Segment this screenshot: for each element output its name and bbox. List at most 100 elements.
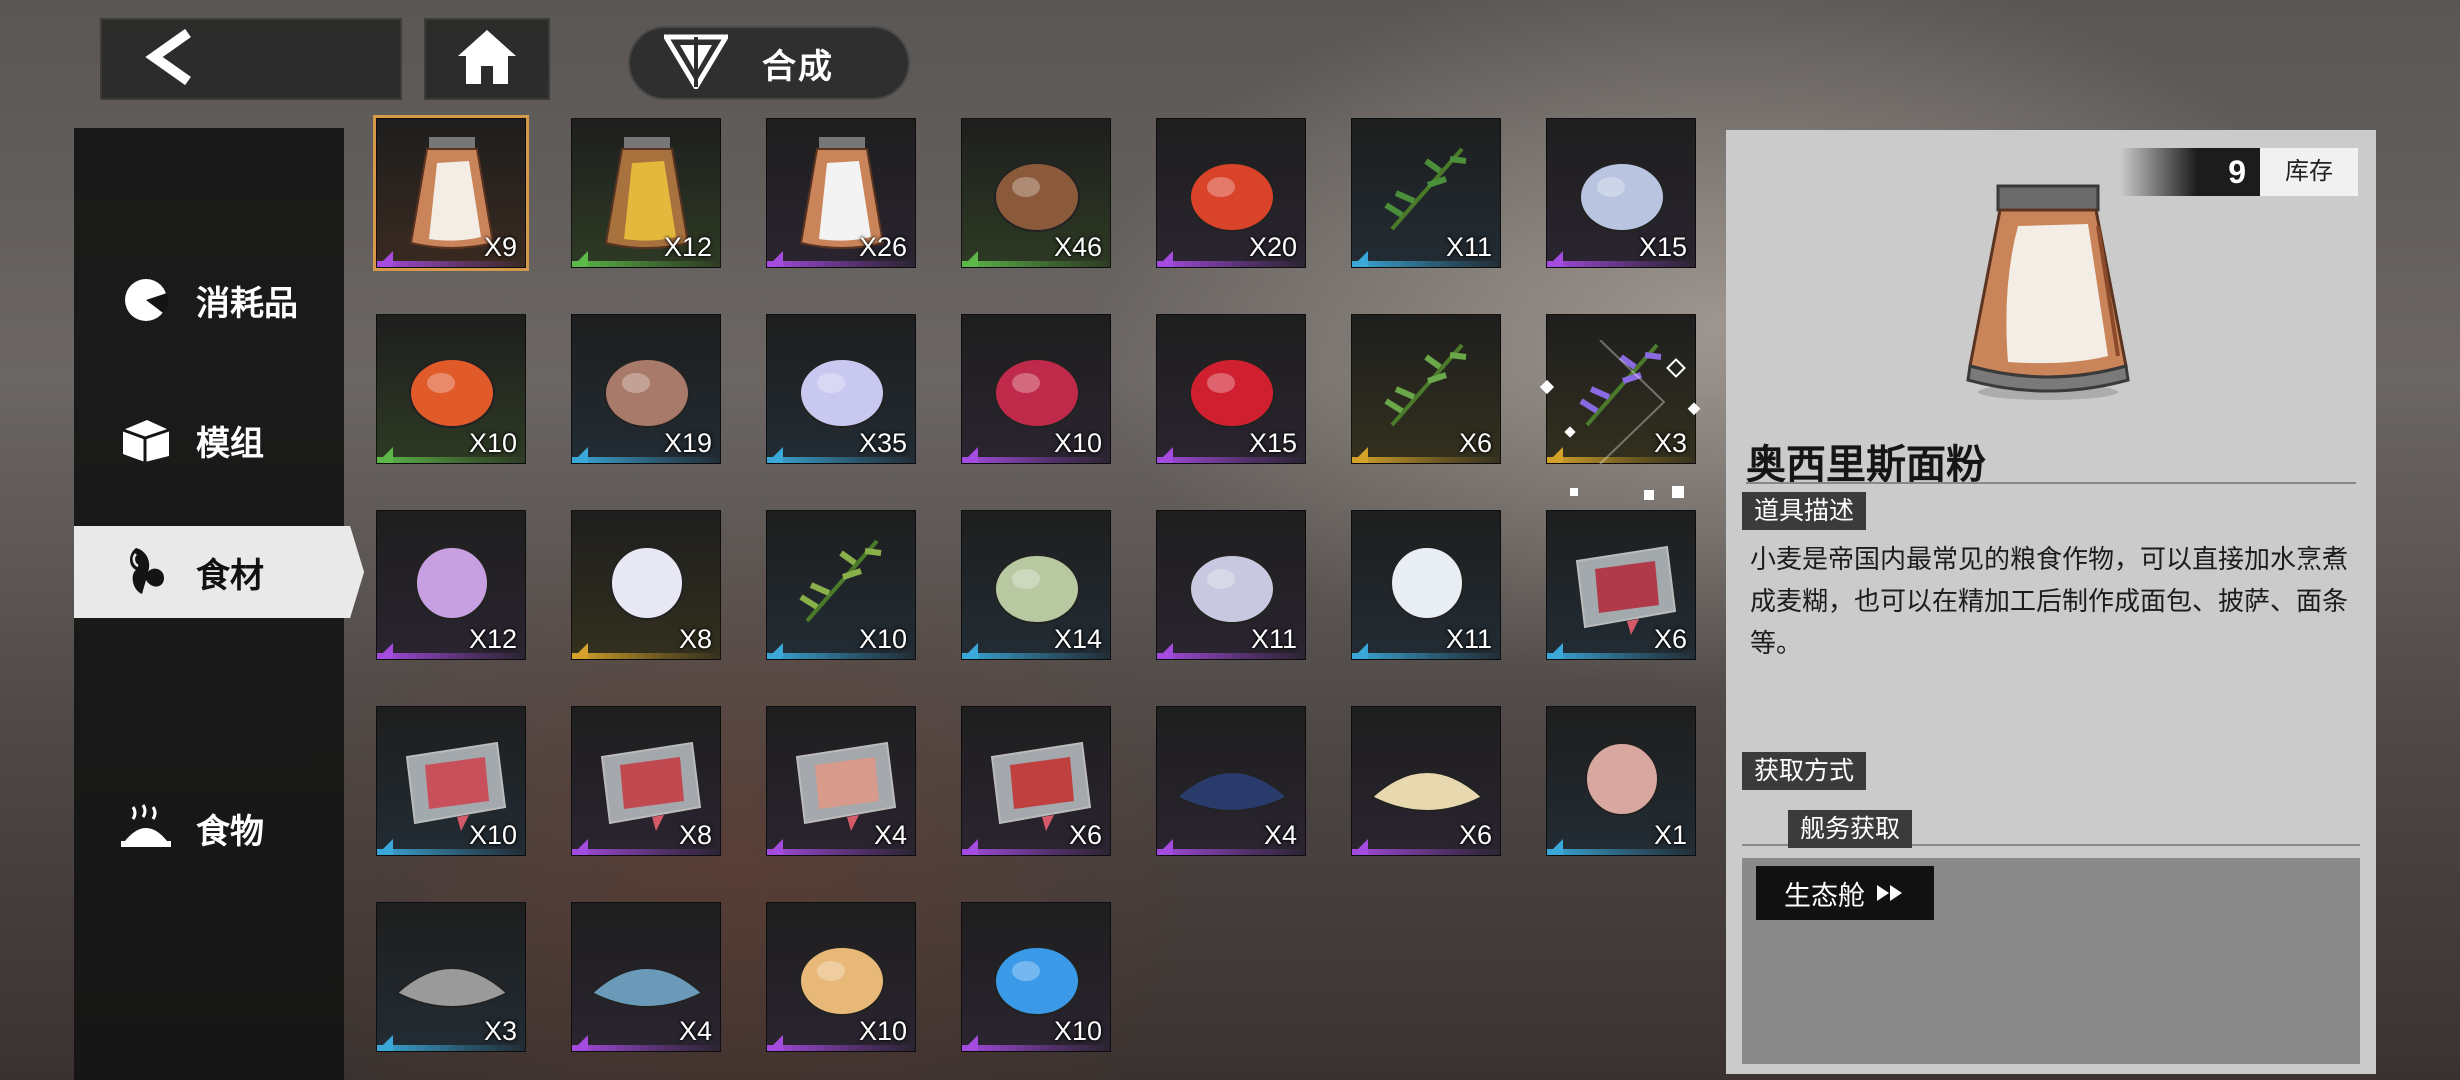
item-slot-red-berries[interactable]: X15 xyxy=(1156,314,1306,464)
item-slot-snail[interactable]: X10 xyxy=(961,902,1111,1052)
item-quantity: X3 xyxy=(483,1016,517,1046)
item-quantity: X26 xyxy=(858,232,907,262)
item-slot-packed-ribs[interactable]: X6 xyxy=(961,706,1111,856)
page-title-text: 合成 xyxy=(762,47,834,86)
rarity-corner xyxy=(767,839,783,855)
item-quantity: X6 xyxy=(1458,820,1492,850)
rarity-corner xyxy=(1547,839,1563,855)
acquire-ecocabin-button[interactable]: 生态舱 xyxy=(1756,866,1934,920)
item-slot-beans[interactable]: X10 xyxy=(766,510,916,660)
item-slot-packed-bacon[interactable]: X8 xyxy=(571,706,721,856)
rarity-corner xyxy=(1352,251,1368,267)
item-quantity: X4 xyxy=(1263,820,1297,850)
item-slot-potato[interactable]: X46 xyxy=(961,118,1111,268)
item-quantity: X4 xyxy=(678,1016,712,1046)
rarity-corner xyxy=(962,643,978,659)
item-quantity: X1 xyxy=(1653,820,1687,850)
item-slot-cucumber[interactable]: X11 xyxy=(1351,118,1501,268)
fast-forward-icon xyxy=(1875,883,1905,903)
item-slot-green-noodles[interactable]: X14 xyxy=(961,510,1111,660)
item-detail-panel: 9 库存 奥西里斯面粉 道具描述 小麦是帝国内最常见的粮食作物，可以直接加水烹煮… xyxy=(1726,130,2376,1074)
rarity-corner xyxy=(1157,251,1173,267)
sidebar-item-consumables[interactable]: 消耗品 xyxy=(74,254,344,346)
sidebar-item-ingredients-active[interactable]: 食材 xyxy=(74,526,364,618)
item-quantity: X14 xyxy=(1053,624,1102,654)
sidebar-item-label: 消耗品 xyxy=(196,284,298,323)
item-slot-tomato[interactable]: X20 xyxy=(1156,118,1306,268)
sidebar-item-label: 模组 xyxy=(196,424,264,463)
item-slot-pumpkin[interactable]: X10 xyxy=(376,314,526,464)
sidebar-item-label: 食材 xyxy=(196,556,264,595)
page-title: 合成 xyxy=(628,26,910,100)
item-slot-onion[interactable]: X15 xyxy=(1546,118,1696,268)
back-button[interactable] xyxy=(100,18,402,100)
item-quantity: X4 xyxy=(873,820,907,850)
acquire-list: 生态舱 xyxy=(1742,858,2360,1064)
item-slot-packed-chicken[interactable]: X4 xyxy=(766,706,916,856)
rarity-corner xyxy=(377,251,393,267)
item-quantity: X8 xyxy=(678,624,712,654)
item-quantity: X46 xyxy=(1053,232,1102,262)
item-quantity: X12 xyxy=(468,624,517,654)
item-quantity: X6 xyxy=(1068,820,1102,850)
item-slot-raspberry[interactable]: X10 xyxy=(961,314,1111,464)
item-slot-eel[interactable]: X3 xyxy=(376,902,526,1052)
item-quantity: X8 xyxy=(678,820,712,850)
rarity-corner xyxy=(1157,643,1173,659)
pie-chart-icon xyxy=(118,272,174,328)
rarity-corner xyxy=(377,839,393,855)
item-large-image xyxy=(1948,166,2148,406)
sidebar-item-modules[interactable]: 模组 xyxy=(74,394,344,486)
sidebar-item-food[interactable]: 食物 xyxy=(74,782,344,874)
rarity-corner xyxy=(572,1035,588,1051)
item-slot-eggs[interactable]: X10 xyxy=(766,902,916,1052)
item-slot-flour-bag-green[interactable]: X26 xyxy=(766,118,916,268)
item-slot-sea-cucumber[interactable]: X6 xyxy=(1351,706,1501,856)
item-quantity: X9 xyxy=(483,232,517,262)
rarity-corner xyxy=(1547,251,1563,267)
rarity-corner xyxy=(377,447,393,463)
item-slot-flour-bag-yellow[interactable]: X12 xyxy=(571,118,721,268)
rarity-corner xyxy=(1352,447,1368,463)
rarity-corner xyxy=(767,251,783,267)
rarity-corner xyxy=(1547,643,1563,659)
item-quantity: X6 xyxy=(1458,428,1492,458)
stock-label: 库存 xyxy=(2260,148,2358,196)
item-slot-lavender[interactable]: X3 xyxy=(1546,314,1696,464)
item-slot-steak[interactable]: X6 xyxy=(1546,510,1696,660)
acquire-label: 获取方式 xyxy=(1742,752,1867,790)
item-slot-mushroom-white[interactable]: X35 xyxy=(766,314,916,464)
home-button[interactable] xyxy=(424,18,550,100)
rarity-corner xyxy=(572,839,588,855)
item-slot-mushroom-brown[interactable]: X19 xyxy=(571,314,721,464)
item-quantity: X11 xyxy=(1445,232,1492,262)
item-quantity: X10 xyxy=(858,1016,907,1046)
item-quantity: X35 xyxy=(858,428,907,458)
item-slot-rosemary[interactable]: X6 xyxy=(1351,314,1501,464)
item-slot-mussel[interactable]: X4 xyxy=(1156,706,1306,856)
item-quantity: X10 xyxy=(1053,428,1102,458)
rarity-corner xyxy=(767,447,783,463)
item-slot-saffron-bottle[interactable]: X12 xyxy=(376,510,526,660)
item-slot-flour-bag-white[interactable]: X9 xyxy=(373,115,529,271)
item-slot-fish[interactable]: X4 xyxy=(571,902,721,1052)
acquire-source-label: 舰务获取 xyxy=(1788,810,1913,848)
item-quantity: X11 xyxy=(1250,624,1297,654)
item-quantity: X10 xyxy=(468,820,517,850)
rarity-corner xyxy=(377,643,393,659)
cloche-food-icon xyxy=(118,800,174,856)
item-quantity: X15 xyxy=(1248,428,1297,458)
rarity-corner xyxy=(572,447,588,463)
item-slot-flask[interactable]: X11 xyxy=(1351,510,1501,660)
item-slot-octopus[interactable]: X1 xyxy=(1546,706,1696,856)
item-slot-mixed-beans[interactable]: X11 xyxy=(1156,510,1306,660)
item-slot-packed-meat[interactable]: X10 xyxy=(376,706,526,856)
item-grid: X9 X12 X26 X46 X20 X11 X15 X10 X19 X35 X10 X15 X6 X3 X… xyxy=(373,115,1706,1052)
rarity-corner xyxy=(767,643,783,659)
rarity-corner xyxy=(1157,839,1173,855)
stock-indicator: 9 库存 xyxy=(2120,148,2358,196)
item-slot-vanilla-jug[interactable]: X8 xyxy=(571,510,721,660)
home-icon xyxy=(456,28,518,91)
rarity-corner xyxy=(572,251,588,267)
rarity-corner xyxy=(962,1035,978,1051)
